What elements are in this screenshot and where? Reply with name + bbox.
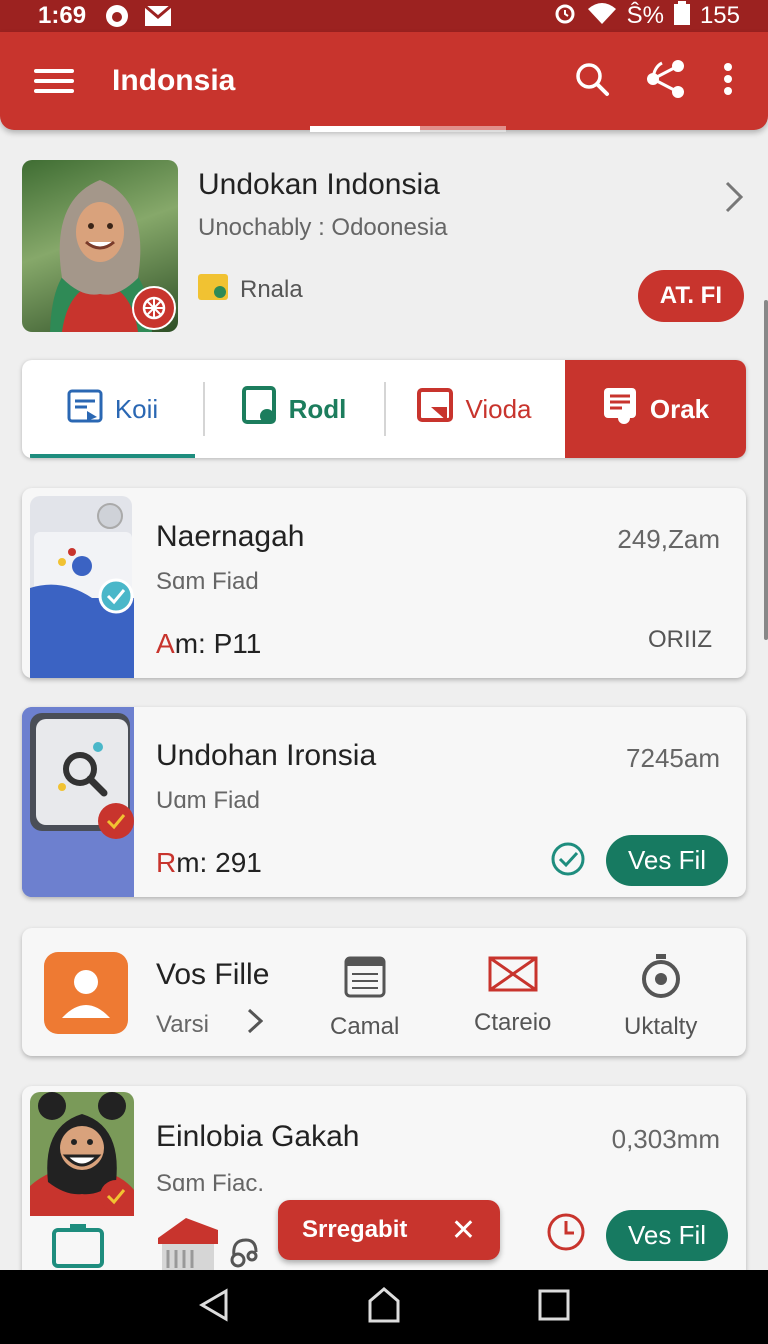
tab-rodl[interactable]: Rodl: [203, 360, 384, 458]
tab-label: Rodl: [288, 393, 347, 424]
snackbar-label: Srregabit: [302, 1216, 408, 1243]
item-meta: Am: P11: [156, 628, 261, 660]
item-meta-prefix: R: [156, 847, 177, 878]
tab-bar: Koii Rodl Vioda Orak: [22, 360, 746, 458]
quick-action-label: Ctareio: [474, 1009, 552, 1036]
quick-actions-subtitle-label: Varsi: [156, 1010, 209, 1038]
media-icon: [67, 387, 105, 432]
avatar: [22, 160, 178, 332]
quick-action-label: Uktalty: [624, 1013, 698, 1040]
back-icon[interactable]: [198, 1287, 230, 1327]
profile-subtitle: Unochably : Odoonesia: [198, 214, 448, 241]
clock-icon: [546, 1212, 586, 1257]
folder-icon: [198, 272, 230, 307]
page-indicator-active: [310, 126, 420, 132]
quick-action-uktalty[interactable]: Uktalty: [624, 954, 697, 1041]
quick-actions-title: Vos Fille: [156, 958, 270, 991]
store-icon[interactable]: [156, 1214, 220, 1277]
list-item[interactable]: Naernagah Sɑm Fiad Am: P11 249,Zam ORIIZ: [22, 488, 746, 678]
close-icon[interactable]: ✕: [451, 1213, 476, 1248]
quick-actions-subtitle[interactable]: Varsi: [156, 1008, 264, 1041]
check-circle-icon: [550, 841, 586, 882]
mail-icon: [144, 5, 173, 27]
quick-action-label: Camal: [330, 1013, 400, 1040]
alarm-icon: [553, 1, 577, 32]
item-subtitle: Sɑm Fiad: [156, 568, 259, 595]
scrollbar[interactable]: [764, 300, 768, 640]
item-subtitle: Uɑm Fiad: [156, 787, 261, 814]
quick-actions-card: Vos Fille Varsi Camal Ctareio Uktalty: [22, 928, 746, 1056]
item-meta: Rm: 291: [156, 847, 262, 879]
page-indicator: [420, 126, 506, 132]
battery-icon: [673, 0, 690, 32]
item-title: Einlobia Gakah: [156, 1120, 360, 1153]
home-icon[interactable]: [366, 1286, 402, 1328]
badge-icon: [132, 286, 176, 330]
phone-icon: [241, 385, 279, 433]
item-meta-value: m: P11: [174, 628, 262, 659]
share-icon[interactable]: [644, 57, 688, 106]
item-meta-prefix: A: [156, 628, 175, 659]
item-subtitle: Sɑm Fiac.: [156, 1170, 265, 1197]
item-status: ORIIZ: [648, 626, 712, 653]
profile-header[interactable]: Undokan Indonsia Unochably : Odoonesia R…: [20, 158, 748, 338]
profile-action-button[interactable]: AT. FI: [637, 270, 744, 322]
snackbar: Srregabit ✕: [278, 1200, 500, 1260]
contact-icon[interactable]: [44, 952, 128, 1039]
view-file-button[interactable]: Ves Fil: [606, 835, 729, 886]
profile-location: Rnala: [198, 272, 303, 307]
tab-label: Vioda: [465, 393, 532, 424]
list-item[interactable]: Undohan Ironsia Uɑm Fiad Rm: 291 7245am …: [22, 707, 746, 897]
mail-icon: [488, 954, 538, 1001]
chevron-right-icon[interactable]: [724, 180, 744, 219]
record-icon: [104, 3, 130, 29]
battery-level: 155: [699, 2, 740, 29]
menu-icon[interactable]: [34, 63, 74, 99]
tab-koii[interactable]: Koii: [22, 360, 203, 458]
system-nav-bar: [0, 1270, 768, 1344]
item-thumbnail: [22, 488, 134, 678]
tab-vioda[interactable]: Vioda: [384, 360, 565, 458]
item-time: 0,303mm: [611, 1124, 720, 1154]
status-bar: 1:69 Ŝ% 155: [0, 0, 768, 32]
status-time: 1:69: [38, 2, 87, 29]
tab-label: Koii: [114, 393, 159, 424]
item-time: 249,Zam: [617, 524, 720, 554]
item-meta-value: m: 291: [176, 847, 262, 878]
tab-orak[interactable]: Orak: [565, 360, 746, 458]
tab-label: Orak: [649, 393, 710, 424]
tablet-icon[interactable]: [52, 1224, 104, 1273]
item-title: Naernagah: [156, 520, 305, 553]
search-icon[interactable]: [574, 61, 610, 102]
quick-action-ctareio[interactable]: Ctareio: [474, 954, 551, 1037]
notes-icon: [602, 386, 640, 433]
wifi-icon: [587, 1, 617, 32]
chevron-right-icon: [247, 1008, 264, 1041]
profile-name: Undokan Indonsia: [198, 168, 440, 201]
app-bar: Indonsia: [0, 32, 768, 132]
timer-icon: [640, 954, 682, 1005]
app-title: Indonsia: [112, 64, 236, 97]
battery-text: Ŝ%: [626, 2, 664, 29]
profile-location-label: Rnala: [240, 275, 303, 303]
recents-icon[interactable]: [538, 1289, 570, 1326]
calendar-icon: [344, 954, 386, 1005]
more-vert-icon[interactable]: [722, 62, 734, 101]
quick-action-camal[interactable]: Camal: [330, 954, 399, 1041]
item-title: Undohan Ironsia: [156, 739, 377, 772]
view-file-button[interactable]: Ves Fil: [606, 1210, 729, 1261]
item-thumbnail: [22, 707, 134, 897]
item-time: 7245am: [626, 743, 720, 773]
video-icon: [417, 387, 455, 432]
